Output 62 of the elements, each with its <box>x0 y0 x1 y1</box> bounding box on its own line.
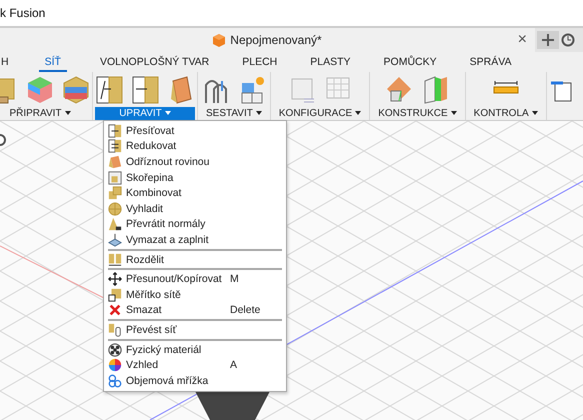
menu-item-icon <box>108 374 122 388</box>
menu-item[interactable]: Fyzický materiál <box>104 342 286 358</box>
menu-item-icon <box>108 124 122 138</box>
menu-item[interactable]: Převrátit normály <box>104 216 286 232</box>
caret-icon <box>256 111 262 116</box>
menu-item[interactable]: Kombinovat <box>104 185 286 201</box>
ribbon-tab[interactable]: H <box>0 52 9 72</box>
tool-group-menu[interactable]: PŘIPRAVIT <box>0 107 90 120</box>
menu-item-icon <box>108 232 122 247</box>
ribbon-tab[interactable]: SÍŤ <box>38 52 67 72</box>
menu-item[interactable]: Redukovat <box>104 138 286 154</box>
menu-item[interactable]: Objemová mřížka <box>104 372 286 388</box>
plus-icon <box>542 34 554 46</box>
menu-item-icon <box>108 322 122 337</box>
menu-item[interactable]: Skořepina <box>104 170 286 186</box>
menu-item-icon <box>108 154 122 169</box>
caret-icon <box>532 111 538 116</box>
ribbon-tab[interactable]: POMŮCKY <box>384 52 437 72</box>
tool-icon[interactable] <box>95 74 123 104</box>
cube-icon <box>213 34 226 46</box>
menu-item[interactable]: Smazat Delete <box>104 302 286 318</box>
clock-icon[interactable] <box>561 33 575 47</box>
menu-item[interactable]: Přesíťovat <box>104 123 286 139</box>
caret-icon <box>355 111 362 116</box>
tool-group-menu[interactable]: KONSTRUKCE <box>372 107 463 120</box>
caret-icon <box>64 111 71 116</box>
menu-item[interactable]: Vymazat a zaplnit <box>104 232 286 248</box>
view-icon[interactable] <box>0 134 6 146</box>
new-tab-button[interactable] <box>537 31 559 49</box>
menu-item-icon <box>108 288 122 302</box>
menu-item-icon <box>108 186 122 200</box>
menu-item-icon <box>108 358 122 372</box>
tool-group-menu[interactable]: KONFIGURACE <box>272 107 368 120</box>
menu-item-icon <box>108 170 122 185</box>
close-button[interactable]: × <box>518 31 527 49</box>
ribbon-tab[interactable]: SPRÁVA <box>470 52 512 72</box>
document-tab[interactable]: Nepojmenovaný* × <box>0 28 535 52</box>
menu-item-icon <box>108 202 122 216</box>
ribbon-tab[interactable]: PLASTY <box>310 52 351 72</box>
tool-group-menu[interactable]: UPRAVIT <box>95 107 195 120</box>
ribbon-tab[interactable]: PLECH <box>242 52 278 72</box>
menu-item[interactable]: Vyhladit <box>104 200 286 217</box>
caret-icon <box>450 111 457 116</box>
menu-item-icon <box>108 252 122 267</box>
tool-group-menu[interactable]: KONTROLA <box>468 107 544 120</box>
tool-icon[interactable] <box>131 74 159 104</box>
menu-item[interactable]: Rozdělit <box>104 252 286 268</box>
caret-icon <box>164 111 171 116</box>
menu-item[interactable]: Odříznout rovinou <box>104 154 286 170</box>
document-title: Nepojmenovaný* <box>230 33 322 47</box>
menu-item-icon <box>108 272 122 286</box>
menu-item[interactable]: Měřítko sítě <box>104 286 286 303</box>
menu-item-icon <box>108 217 122 232</box>
menu-item[interactable]: Převést síť <box>104 322 286 338</box>
menu-item-icon <box>108 342 122 357</box>
tool-group-menu[interactable]: SESTAVIT <box>200 107 268 120</box>
ribbon-tab[interactable]: VOLNOPLOŠNÝ TVAR <box>100 52 210 72</box>
menu-item[interactable]: Přesunout/Kopírovat M <box>104 271 286 287</box>
menu-item[interactable]: Vzhled A <box>104 357 286 373</box>
menu-item-icon <box>108 303 122 318</box>
app-title: k Fusion <box>0 6 46 20</box>
menu-item-icon <box>108 139 122 154</box>
